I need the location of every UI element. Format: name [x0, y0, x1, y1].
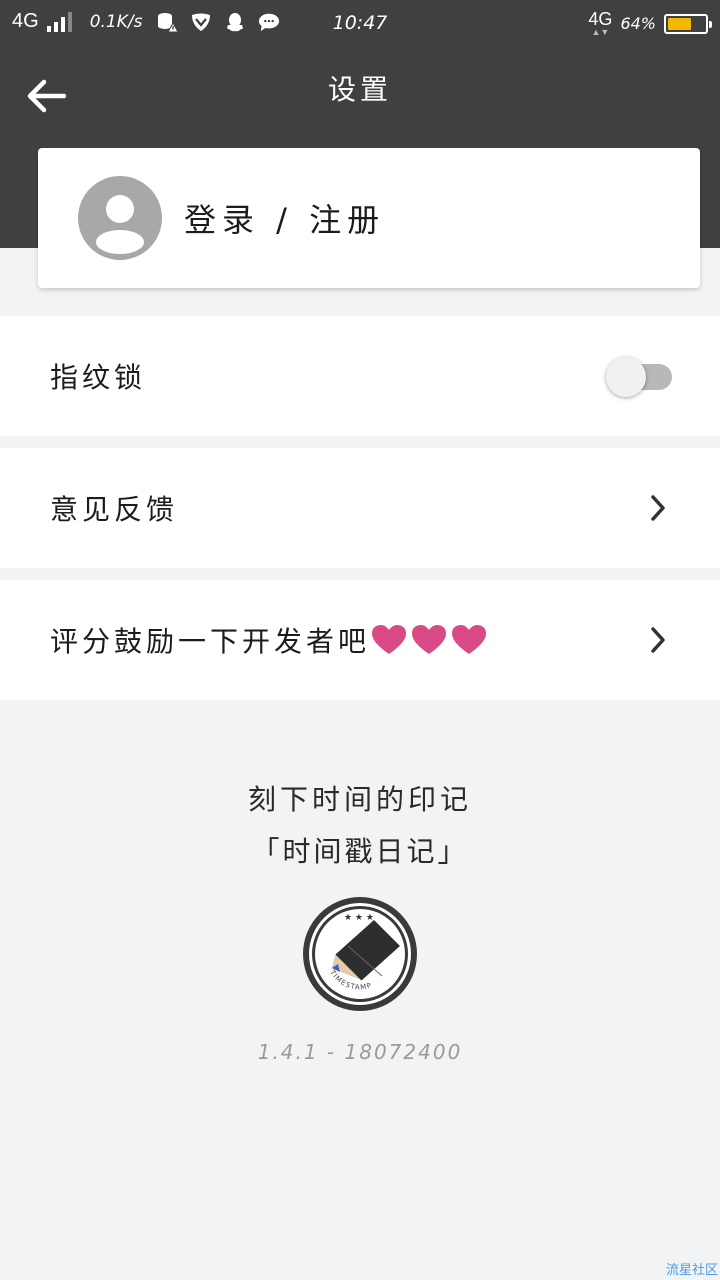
network-speed: 0.1K/s	[89, 11, 143, 32]
user-avatar-icon	[78, 176, 162, 260]
heart-icon	[412, 625, 447, 654]
fingerprint-lock-label: 指纹锁	[50, 361, 147, 394]
hearts	[372, 625, 487, 655]
vpn-shield-icon	[190, 11, 212, 33]
fingerprint-lock-toggle[interactable]	[606, 356, 672, 397]
heart-icon	[452, 625, 487, 654]
battery-icon	[664, 13, 712, 34]
feedback-label: 意见反馈	[50, 493, 179, 526]
status-left: 4G 0.1K/s	[12, 10, 280, 33]
battery-percent: 64%	[620, 14, 656, 33]
timestamp-logo-icon: ★ ★ ★ TIMESTAMP	[300, 894, 420, 1014]
slogan: 刻下时间的印记	[247, 783, 472, 816]
chevron-right-icon	[646, 493, 670, 523]
fingerprint-lock-row: 指纹锁	[0, 316, 720, 436]
back-button[interactable]	[22, 74, 70, 118]
status-right: 4G ▲▼ 64%	[588, 9, 712, 37]
rate-developer-label: 评分鼓励一下开发者吧	[50, 625, 371, 658]
right-network-type: 4G ▲▼	[588, 9, 613, 37]
feedback-row[interactable]: 意见反馈	[0, 448, 720, 568]
watermark: 流星社区	[665, 1263, 718, 1278]
login-register-card[interactable]: 登录 / 注册	[38, 148, 700, 288]
rate-developer-row[interactable]: 评分鼓励一下开发者吧	[0, 580, 720, 700]
app-name: 「时间戳日记」	[251, 835, 469, 868]
chat-bubble-icon	[258, 11, 280, 33]
login-register-label: 登录 / 注册	[184, 201, 386, 239]
svg-text:★ ★ ★: ★ ★ ★	[344, 913, 374, 923]
data-warning-icon	[156, 11, 179, 33]
qq-icon	[224, 11, 246, 33]
status-bar: 4G 0.1K/s 10:47 4G ▲▼ 64%	[0, 0, 720, 48]
app-version: 1.4.1 - 18072400	[257, 1040, 463, 1064]
arrow-left-icon	[27, 79, 66, 113]
heart-icon	[372, 625, 407, 654]
signal-icon	[46, 11, 72, 32]
network-type: 4G	[12, 10, 39, 32]
chevron-right-icon	[646, 625, 670, 655]
page-title: 设置	[327, 73, 392, 106]
